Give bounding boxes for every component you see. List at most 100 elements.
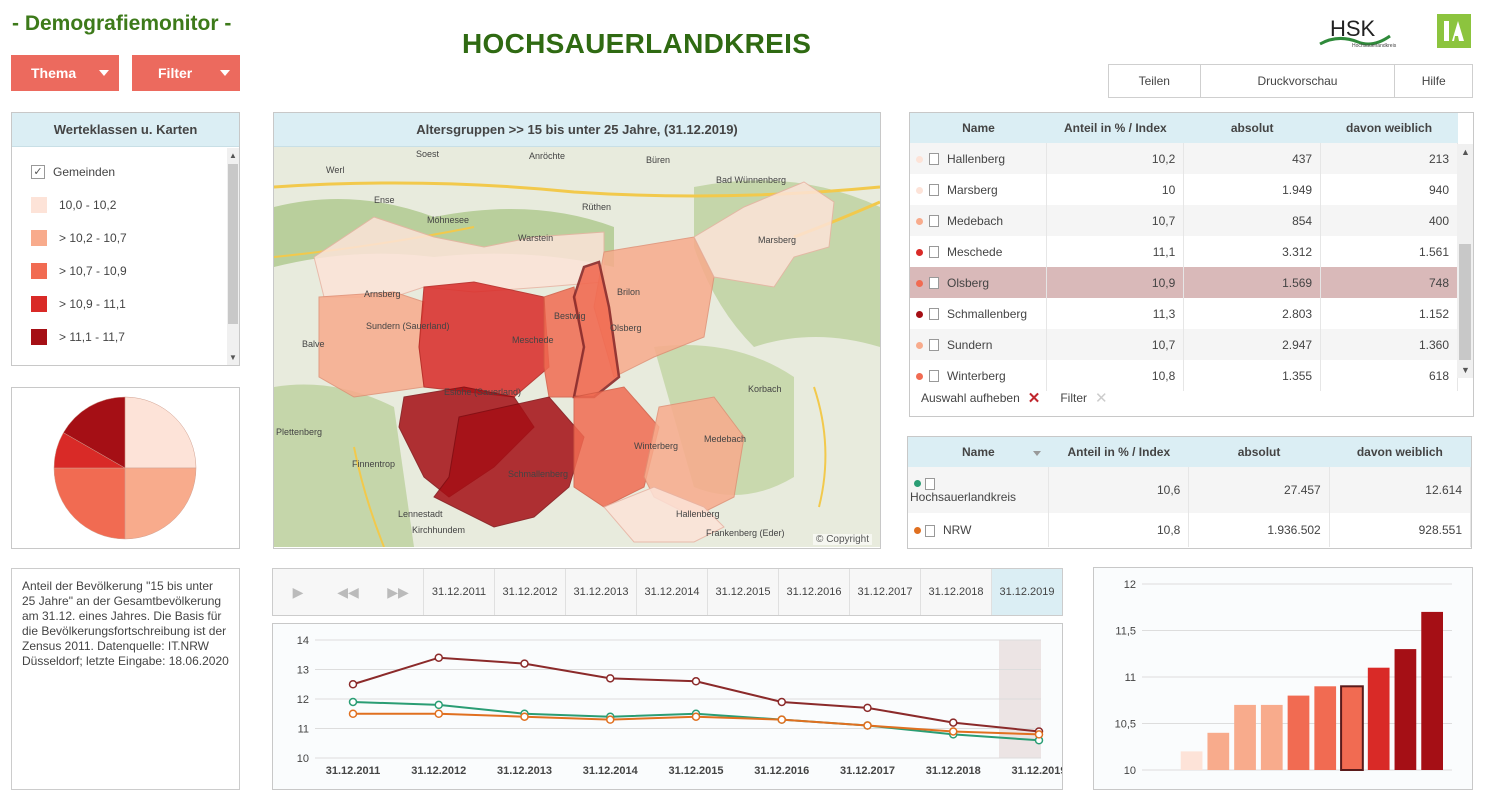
rewind-icon[interactable]: ◀◀: [323, 569, 373, 615]
table-row[interactable]: Medebach 10,7 854 400: [910, 205, 1458, 236]
timeline-year[interactable]: 31.12.2012: [494, 569, 565, 615]
document-icon[interactable]: [925, 477, 935, 490]
pie-chart: [53, 396, 197, 540]
document-icon[interactable]: [929, 308, 939, 321]
print-preview-button[interactable]: Druckvorschau: [1201, 65, 1396, 97]
series-point[interactable]: [434, 700, 443, 710]
series-point[interactable]: [691, 677, 701, 686]
table-row[interactable]: Winterberg 10,8 1.355 618: [910, 360, 1458, 391]
play-icon[interactable]: ▶: [273, 569, 323, 615]
legend-swatch: [31, 262, 47, 279]
col-absolut[interactable]: absolut: [1188, 437, 1330, 467]
sort-down-icon[interactable]: [1032, 451, 1041, 456]
col-weiblich[interactable]: davon weiblich: [1320, 113, 1458, 143]
table-row[interactable]: Marsberg 10 1.949 940: [910, 174, 1458, 205]
filter-button[interactable]: Filter: [132, 55, 240, 91]
table-row[interactable]: Olsberg 10,9 1.569 748: [910, 267, 1458, 298]
document-icon[interactable]: [929, 277, 939, 290]
document-icon[interactable]: [929, 215, 939, 228]
scroll-thumb[interactable]: [1459, 244, 1471, 360]
bar[interactable]: [1367, 667, 1390, 770]
timeline-year[interactable]: 31.12.2015: [707, 569, 778, 615]
table-row[interactable]: Sundern 10,7 2.947 1.360: [910, 329, 1458, 360]
map-canvas[interactable]: Soest Werl Anröchte Büren Bad Wünnenberg…: [274, 147, 880, 547]
pie-slice[interactable]: [53, 467, 126, 540]
timeline-year[interactable]: 31.12.2016: [778, 569, 849, 615]
table-row[interactable]: Schmallenberg 11,3 2.803 1.152: [910, 298, 1458, 329]
scroll-thumb[interactable]: [228, 164, 238, 324]
series-point[interactable]: [348, 697, 358, 707]
series-point[interactable]: [520, 712, 529, 721]
scroll-down-icon[interactable]: ▼: [229, 353, 237, 362]
timeline-year[interactable]: 31.12.2014: [636, 569, 707, 615]
series-point[interactable]: [1034, 730, 1044, 739]
table-row[interactable]: Hallenberg 10,2 437 213: [910, 143, 1458, 174]
legend-class-label: > 10,7 - 10,9: [59, 263, 127, 278]
scroll-down-icon[interactable]: ▼: [1461, 365, 1470, 375]
timeline-year[interactable]: 31.12.2019: [991, 569, 1062, 615]
series-point[interactable]: [863, 703, 872, 713]
pie-slice[interactable]: [124, 396, 197, 469]
series-point[interactable]: [949, 718, 958, 727]
series-point[interactable]: [606, 715, 615, 724]
bar[interactable]: [1394, 649, 1417, 770]
pie-slice[interactable]: [124, 467, 197, 540]
series-point[interactable]: [348, 709, 358, 718]
document-icon[interactable]: [925, 524, 935, 537]
series-point[interactable]: [777, 715, 786, 724]
help-button[interactable]: Hilfe: [1395, 65, 1472, 97]
series-point[interactable]: [606, 674, 615, 683]
series-point[interactable]: [777, 697, 786, 707]
checkbox-checked-icon[interactable]: ✓: [31, 164, 45, 179]
bar[interactable]: [1340, 685, 1364, 771]
series-point[interactable]: [863, 721, 872, 730]
col-name[interactable]: Name: [908, 437, 1049, 467]
timeline-year[interactable]: 31.12.2017: [849, 569, 920, 615]
svg-text:Meschede: Meschede: [512, 335, 554, 345]
cell-name: Winterberg: [910, 360, 1048, 391]
bar[interactable]: [1287, 695, 1310, 770]
cell-weib: 618: [1320, 360, 1458, 391]
document-icon[interactable]: [929, 246, 939, 259]
series-point[interactable]: [691, 712, 701, 721]
bar[interactable]: [1234, 704, 1256, 770]
timeline-year[interactable]: 31.12.2011: [423, 569, 494, 615]
close-icon[interactable]: ✕: [1028, 389, 1041, 407]
close-icon[interactable]: ✕: [1095, 389, 1108, 407]
col-absolut[interactable]: absolut: [1183, 113, 1321, 143]
table-row[interactable]: Hochsauerlandkreis 10,6 27.457 12.614: [908, 467, 1472, 513]
series-point[interactable]: [434, 653, 443, 662]
timeline-bar: ▶ ◀◀ ▶▶ 31.12.2011 31.12.2012 31.12.2013 31…: [272, 568, 1063, 616]
series-point[interactable]: [348, 680, 358, 689]
timeline-year[interactable]: 31.12.2018: [920, 569, 991, 615]
gemeinden-checkbox-row[interactable]: ✓ Gemeinden: [12, 155, 239, 188]
series-point[interactable]: [949, 727, 958, 736]
scroll-up-icon[interactable]: ▲: [229, 151, 237, 160]
document-icon[interactable]: [929, 370, 939, 383]
scroll-up-icon[interactable]: ▲: [1461, 147, 1470, 157]
col-weiblich[interactable]: davon weiblich: [1329, 437, 1471, 467]
col-index[interactable]: Anteil in % / Index: [1048, 437, 1189, 467]
fast-forward-icon[interactable]: ▶▶: [373, 569, 423, 615]
bar[interactable]: [1314, 686, 1337, 770]
thema-button[interactable]: Thema: [11, 55, 119, 91]
bar[interactable]: [1180, 751, 1203, 770]
bar[interactable]: [1207, 732, 1230, 770]
col-index[interactable]: Anteil in % / Index: [1046, 113, 1184, 143]
bar[interactable]: [1421, 611, 1443, 770]
series-point[interactable]: [434, 709, 443, 718]
share-button[interactable]: Teilen: [1109, 65, 1201, 97]
bar[interactable]: [1260, 704, 1283, 770]
col-name[interactable]: Name: [910, 113, 1047, 143]
document-icon[interactable]: [929, 153, 939, 166]
table-row[interactable]: NRW 10,8 1.936.502 928.551: [908, 513, 1472, 547]
document-icon[interactable]: [929, 339, 939, 352]
document-icon[interactable]: [929, 184, 939, 197]
clear-selection-button[interactable]: Auswahl aufheben: [921, 391, 1020, 405]
table-scrollbar[interactable]: ▲ ▼: [1457, 144, 1473, 378]
legend-scrollbar[interactable]: ▲ ▼: [227, 148, 239, 365]
filter-toggle[interactable]: Filter: [1060, 391, 1087, 405]
table-row[interactable]: Meschede 11,1 3.312 1.561: [910, 236, 1458, 267]
series-point[interactable]: [520, 659, 529, 668]
timeline-year[interactable]: 31.12.2013: [565, 569, 636, 615]
